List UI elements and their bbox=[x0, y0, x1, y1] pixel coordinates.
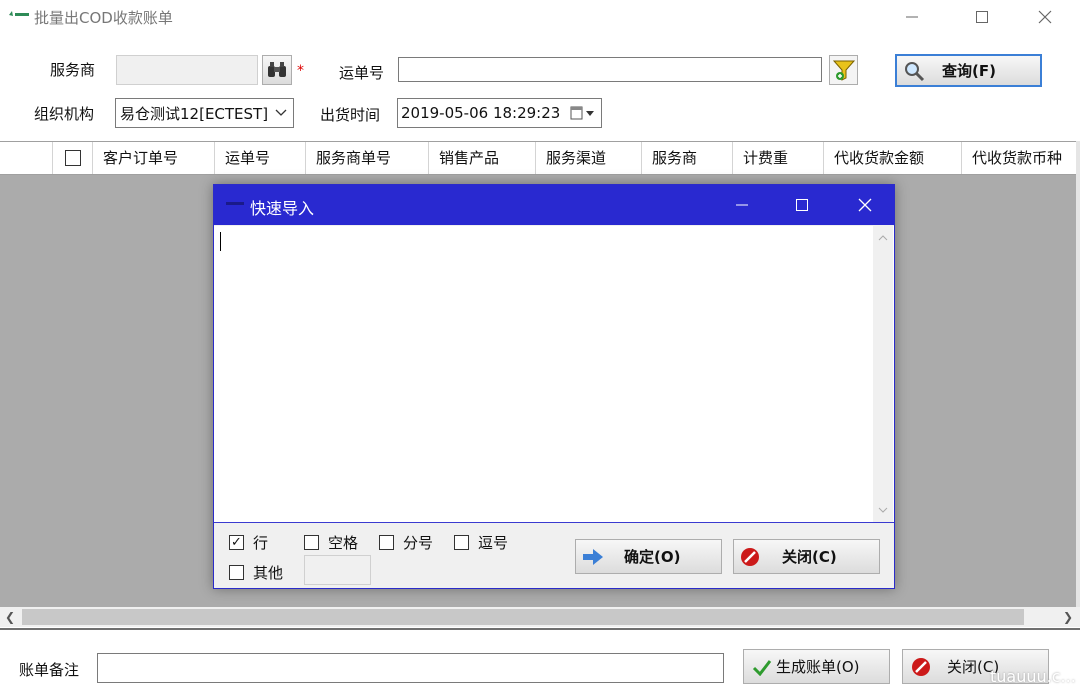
semicolon-label: 分号 bbox=[403, 534, 434, 552]
other-checkbox[interactable] bbox=[229, 565, 244, 580]
other-separator-input[interactable] bbox=[304, 555, 371, 585]
col-header-sales-product[interactable]: 销售产品 bbox=[428, 142, 535, 174]
dialog-close-action-button[interactable]: 关闭(C) bbox=[733, 539, 880, 574]
maximize-button[interactable] bbox=[959, 0, 1005, 34]
arrow-right-icon bbox=[583, 548, 603, 565]
dialog-ok-label: 确定(O) bbox=[624, 548, 681, 566]
window-titlebar: 批量出COD收款账单 bbox=[0, 0, 1080, 34]
close-icon bbox=[858, 198, 872, 212]
generate-bill-button[interactable]: 生成账单(O) bbox=[743, 649, 890, 684]
option-other[interactable]: 其他 bbox=[229, 562, 283, 583]
space-checkbox[interactable] bbox=[304, 535, 319, 550]
col-header-cod-amount[interactable]: 代收货款金额 bbox=[823, 142, 961, 174]
col-header-tracking-no[interactable]: 运单号 bbox=[214, 142, 305, 174]
grid-horizontal-scrollbar[interactable]: ❮ ❯ bbox=[0, 607, 1080, 627]
ship-time-value: 2019-05-06 18:29:23 bbox=[401, 104, 561, 122]
dialog-ok-button[interactable]: 确定(O) bbox=[575, 539, 722, 574]
comma-label: 逗号 bbox=[478, 534, 509, 552]
check-icon bbox=[752, 659, 772, 676]
grid-vertical-scrollbar[interactable] bbox=[1076, 141, 1080, 609]
col-header-billing-weight[interactable]: 计费重 bbox=[732, 142, 823, 174]
required-mark: * bbox=[297, 63, 304, 79]
service-provider-field[interactable] bbox=[116, 55, 258, 85]
minimize-icon bbox=[736, 204, 748, 206]
divider bbox=[0, 628, 1080, 630]
dialog-app-icon bbox=[226, 202, 244, 205]
col-header-provider-no[interactable]: 服务商单号 bbox=[305, 142, 428, 174]
option-comma[interactable]: 逗号 bbox=[454, 532, 508, 553]
stop-icon bbox=[912, 657, 930, 676]
option-semicolon[interactable]: 分号 bbox=[379, 532, 433, 553]
watermark: tuauuu.c... bbox=[990, 667, 1076, 686]
col-header-cod-currency[interactable]: 代收货款币种 bbox=[961, 142, 1076, 174]
query-button-label: 查询(F) bbox=[942, 62, 996, 80]
line-checkbox[interactable]: ✓ bbox=[229, 535, 244, 550]
tracking-no-input[interactable] bbox=[398, 57, 822, 82]
remark-input[interactable] bbox=[97, 653, 724, 683]
close-icon bbox=[1038, 10, 1052, 24]
other-label: 其他 bbox=[253, 564, 284, 582]
query-button[interactable]: 查询(F) bbox=[895, 54, 1042, 87]
dialog-minimize-button[interactable] bbox=[711, 185, 773, 225]
tracking-no-label: 运单号 bbox=[339, 64, 385, 82]
col-header-service-provider[interactable]: 服务商 bbox=[641, 142, 732, 174]
dialog-title: 快速导入 bbox=[250, 199, 315, 218]
space-label: 空格 bbox=[328, 534, 359, 552]
col-header-customer-order[interactable]: 客户订单号 bbox=[92, 142, 214, 174]
scroll-up-icon[interactable] bbox=[878, 234, 888, 242]
dialog-maximize-button[interactable] bbox=[771, 185, 833, 225]
org-label: 组织机构 bbox=[34, 105, 95, 123]
scroll-left-arrow-icon[interactable]: ❮ bbox=[0, 607, 20, 627]
import-textarea[interactable] bbox=[214, 226, 894, 523]
window-title: 批量出COD收款账单 bbox=[34, 9, 173, 27]
option-line[interactable]: ✓ 行 bbox=[229, 532, 268, 553]
option-space[interactable]: 空格 bbox=[304, 532, 358, 553]
dialog-close-button[interactable] bbox=[834, 185, 896, 225]
ship-time-picker[interactable]: 2019-05-06 18:29:23 bbox=[397, 98, 602, 128]
scroll-down-icon[interactable] bbox=[878, 506, 888, 514]
magnifier-icon bbox=[905, 61, 925, 81]
minimize-button[interactable] bbox=[889, 0, 935, 34]
grid-header: 客户订单号 运单号 服务商单号 销售产品 服务渠道 服务商 计费重 代收货款金额… bbox=[0, 141, 1080, 175]
filter-icon bbox=[832, 60, 855, 81]
semicolon-checkbox[interactable] bbox=[379, 535, 394, 550]
minimize-icon bbox=[906, 16, 918, 18]
dialog-titlebar: 快速导入 bbox=[214, 185, 894, 225]
quick-import-dialog: 快速导入 ✓ 行 空格 分号 逗号 其他 确定(O) 关闭(C) bbox=[213, 184, 895, 589]
binoculars-icon bbox=[268, 62, 286, 77]
select-all-cell[interactable] bbox=[52, 142, 92, 174]
textarea-scrollbar[interactable] bbox=[873, 226, 893, 522]
dialog-close-action-label: 关闭(C) bbox=[782, 548, 837, 566]
maximize-icon bbox=[796, 199, 808, 211]
ship-time-label: 出货时间 bbox=[320, 106, 381, 124]
maximize-icon bbox=[976, 11, 988, 23]
remark-label: 账单备注 bbox=[19, 661, 80, 679]
org-select[interactable]: 易仓测试12[ECTEST] bbox=[115, 98, 294, 128]
select-all-checkbox[interactable] bbox=[65, 150, 81, 166]
calendar-icon bbox=[570, 106, 594, 120]
service-provider-label: 服务商 bbox=[50, 61, 96, 79]
scroll-right-arrow-icon[interactable]: ❯ bbox=[1058, 607, 1078, 627]
stop-icon bbox=[741, 547, 759, 566]
line-label: 行 bbox=[253, 534, 269, 552]
close-button[interactable] bbox=[1022, 0, 1068, 34]
comma-checkbox[interactable] bbox=[454, 535, 469, 550]
filter-button[interactable] bbox=[829, 55, 858, 85]
scrollbar-thumb[interactable] bbox=[22, 609, 1024, 625]
app-logo-icon bbox=[9, 11, 29, 16]
text-caret bbox=[220, 232, 221, 251]
service-provider-lookup-button[interactable] bbox=[262, 55, 292, 85]
col-header-service-channel[interactable]: 服务渠道 bbox=[535, 142, 641, 174]
org-select-value: 易仓测试12[ECTEST] bbox=[120, 104, 269, 123]
generate-bill-label: 生成账单(O) bbox=[776, 658, 860, 676]
chevron-down-icon bbox=[275, 109, 287, 116]
